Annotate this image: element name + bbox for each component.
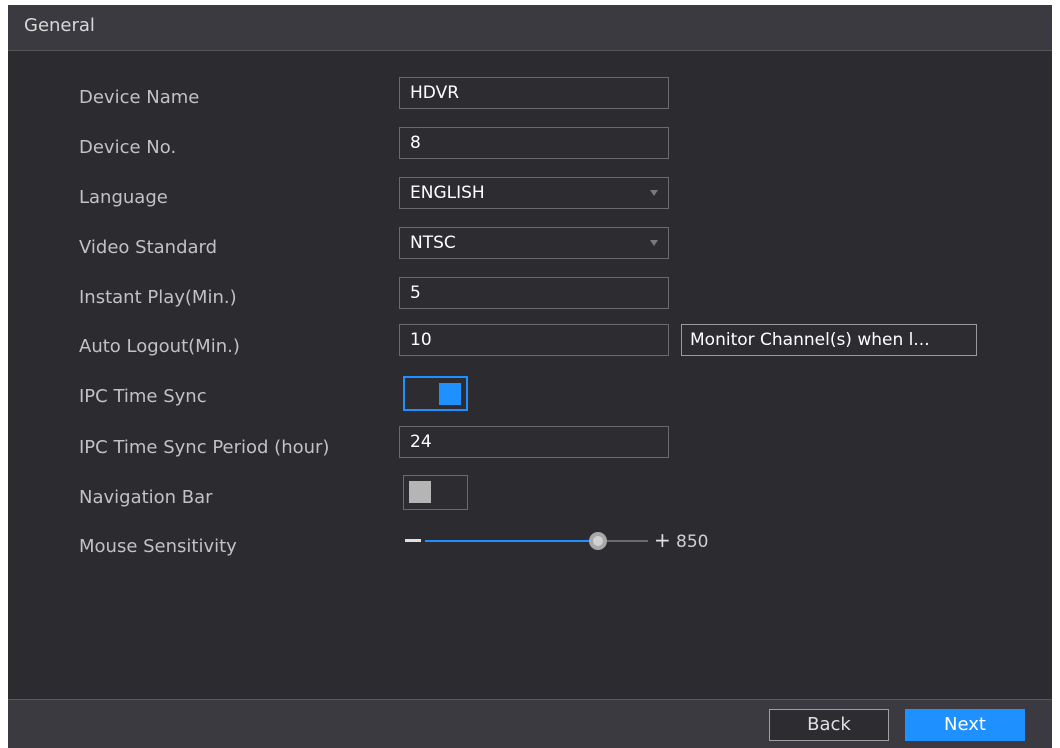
next-button[interactable]: Next [905,709,1025,741]
device-name-value: HDVR [410,83,460,103]
toggle-knob [409,481,431,503]
video-standard-value: NTSC [410,233,456,253]
title-bar: General [8,5,1052,51]
auto-logout-field[interactable]: 10 [399,324,669,356]
window-title: General [24,15,95,36]
language-label: Language [79,187,168,208]
device-no-field[interactable]: 8 [399,127,669,159]
monitor-channels-button[interactable]: Monitor Channel(s) when l... [681,324,977,356]
instant-play-value: 5 [410,283,421,303]
ipc-time-sync-period-label: IPC Time Sync Period (hour) [79,437,330,458]
instant-play-label: Instant Play(Min.) [79,287,237,308]
decrease-icon[interactable] [405,539,421,542]
navigation-bar-label: Navigation Bar [79,487,213,508]
device-no-label: Device No. [79,137,177,158]
video-standard-select[interactable]: NTSC [399,227,669,259]
ipc-time-sync-period-value: 24 [410,432,432,452]
chevron-down-icon [650,240,658,246]
device-name-field[interactable]: HDVR [399,77,669,109]
mouse-sensitivity-value: 850 [676,532,709,552]
back-button[interactable]: Back [769,709,889,741]
ipc-time-sync-period-field[interactable]: 24 [399,426,669,458]
video-standard-label: Video Standard [79,237,218,258]
mouse-sensitivity-label: Mouse Sensitivity [79,536,237,557]
slider-handle[interactable] [589,532,607,550]
toggle-knob [439,383,461,405]
navigation-bar-toggle[interactable] [403,475,468,510]
language-select[interactable]: ENGLISH [399,177,669,209]
ipc-time-sync-label: IPC Time Sync [79,386,207,407]
language-value: ENGLISH [410,183,485,203]
instant-play-field[interactable]: 5 [399,277,669,309]
ipc-time-sync-toggle[interactable] [403,376,468,411]
slider-track-empty[interactable] [603,540,648,542]
general-window: General Device Name HDVR Device No. 8 La… [8,5,1052,748]
footer-bar: Back Next [8,699,1052,748]
device-name-label: Device Name [79,87,200,108]
increase-icon[interactable]: + [654,530,671,550]
slider-track-filled[interactable] [425,540,595,542]
auto-logout-value: 10 [410,330,432,350]
chevron-down-icon [650,190,658,196]
auto-logout-label: Auto Logout(Min.) [79,336,240,357]
device-no-value: 8 [410,133,421,153]
